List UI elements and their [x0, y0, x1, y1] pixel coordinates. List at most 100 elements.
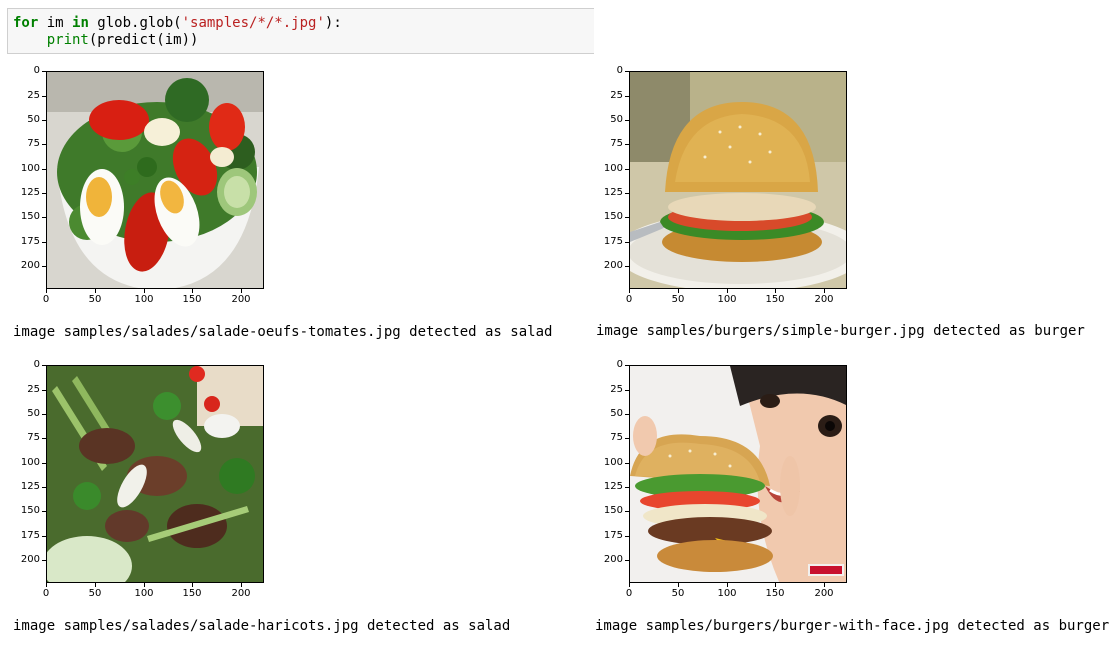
y-tick-label: 75 [610, 432, 623, 443]
y-tick-label: 50 [27, 114, 40, 125]
bean-salad-image [47, 366, 263, 582]
y-tick-label: 125 [20, 187, 40, 198]
x-tick-mark [678, 583, 679, 587]
prediction-text-3: image samples/salades/salade-haricots.jp… [13, 618, 511, 634]
y-tick-label: 0 [33, 65, 40, 76]
y-tick-mark [42, 487, 46, 488]
y-tick-label: 125 [603, 187, 623, 198]
x-tick-label: 150 [182, 294, 202, 305]
code-cell[interactable]: for im in glob.glob('samples/*/*.jpg'): … [7, 8, 594, 54]
image-axes-2 [629, 71, 847, 289]
code-rest: (predict(im)) [88, 32, 199, 48]
x-tick-label: 200 [231, 294, 251, 305]
y-tick-mark [625, 560, 629, 561]
x-tick-mark [727, 583, 728, 587]
x-tick-label: 0 [42, 294, 50, 305]
y-tick-mark [625, 511, 629, 512]
code-var: im [38, 15, 73, 31]
y-tick-label: 150 [603, 211, 623, 222]
x-tick-mark [95, 583, 96, 587]
x-tick-mark [95, 289, 96, 293]
y-tick-mark [625, 193, 629, 194]
y-tick-label: 100 [20, 457, 40, 468]
code-string: 'samples/*/*.jpg' [181, 15, 325, 31]
y-tick-label: 50 [27, 408, 40, 419]
y-tick-label: 150 [20, 505, 40, 516]
x-tick-mark [46, 289, 47, 293]
keyword-for: for [13, 15, 39, 31]
y-tick-mark [42, 560, 46, 561]
x-tick-label: 100 [717, 588, 737, 599]
x-tick-mark [241, 289, 242, 293]
x-tick-label: 100 [134, 588, 154, 599]
y-tick-mark [42, 144, 46, 145]
x-tick-mark [629, 583, 630, 587]
x-tick-label: 150 [182, 588, 202, 599]
code-line-1: for im in glob.glob('samples/*/*.jpg'): [13, 15, 342, 32]
y-tick-label: 50 [610, 408, 623, 419]
x-tick-mark [46, 583, 47, 587]
y-tick-label: 175 [603, 236, 623, 247]
y-tick-label: 50 [610, 114, 623, 125]
y-tick-mark [42, 120, 46, 121]
x-tick-mark [727, 289, 728, 293]
y-tick-mark [625, 390, 629, 391]
y-tick-label: 75 [610, 138, 623, 149]
prediction-text-4: image samples/burgers/burger-with-face.j… [595, 618, 1110, 634]
y-tick-mark [625, 96, 629, 97]
y-tick-label: 200 [603, 260, 623, 271]
image-axes-3 [46, 365, 264, 583]
y-tick-mark [42, 438, 46, 439]
x-tick-mark [192, 583, 193, 587]
y-tick-label: 25 [610, 384, 623, 395]
x-tick-mark [824, 583, 825, 587]
y-tick-mark [625, 169, 629, 170]
x-tick-label: 50 [671, 294, 685, 305]
x-tick-mark [824, 289, 825, 293]
x-tick-label: 200 [814, 588, 834, 599]
y-tick-label: 0 [616, 359, 623, 370]
x-tick-label: 50 [671, 588, 685, 599]
y-tick-mark [42, 266, 46, 267]
x-tick-label: 150 [765, 588, 785, 599]
y-tick-mark [625, 536, 629, 537]
y-tick-mark [625, 120, 629, 121]
x-tick-label: 200 [814, 294, 834, 305]
y-tick-mark [625, 365, 629, 366]
y-tick-mark [42, 242, 46, 243]
salad-image [47, 72, 263, 288]
y-tick-label: 25 [27, 90, 40, 101]
x-tick-label: 200 [231, 588, 251, 599]
y-tick-mark [625, 438, 629, 439]
y-tick-label: 175 [20, 530, 40, 541]
y-tick-mark [625, 266, 629, 267]
y-tick-label: 25 [27, 384, 40, 395]
y-tick-mark [42, 96, 46, 97]
y-tick-mark [625, 414, 629, 415]
y-tick-mark [625, 242, 629, 243]
x-tick-mark [241, 583, 242, 587]
x-tick-mark [629, 289, 630, 293]
image-axes-4 [629, 365, 847, 583]
y-tick-label: 0 [33, 359, 40, 370]
prediction-text-2: image samples/burgers/simple-burger.jpg … [596, 323, 1085, 339]
y-tick-label: 100 [603, 163, 623, 174]
x-tick-mark [678, 289, 679, 293]
image-plot-3: 0 25 50 75 100 125 150 175 200 0 50 100 150 200 [8, 359, 268, 607]
y-tick-label: 150 [603, 505, 623, 516]
x-tick-label: 0 [625, 294, 633, 305]
y-tick-mark [42, 193, 46, 194]
y-tick-mark [42, 169, 46, 170]
keyword-in: in [72, 15, 89, 31]
x-tick-label: 100 [717, 294, 737, 305]
y-tick-label: 75 [27, 432, 40, 443]
x-tick-label: 50 [88, 294, 102, 305]
x-tick-mark [192, 289, 193, 293]
y-tick-label: 125 [20, 481, 40, 492]
x-tick-mark [775, 289, 776, 293]
y-tick-mark [42, 71, 46, 72]
y-tick-label: 200 [20, 260, 40, 271]
burger-with-face-image [630, 366, 846, 582]
y-tick-mark [42, 511, 46, 512]
